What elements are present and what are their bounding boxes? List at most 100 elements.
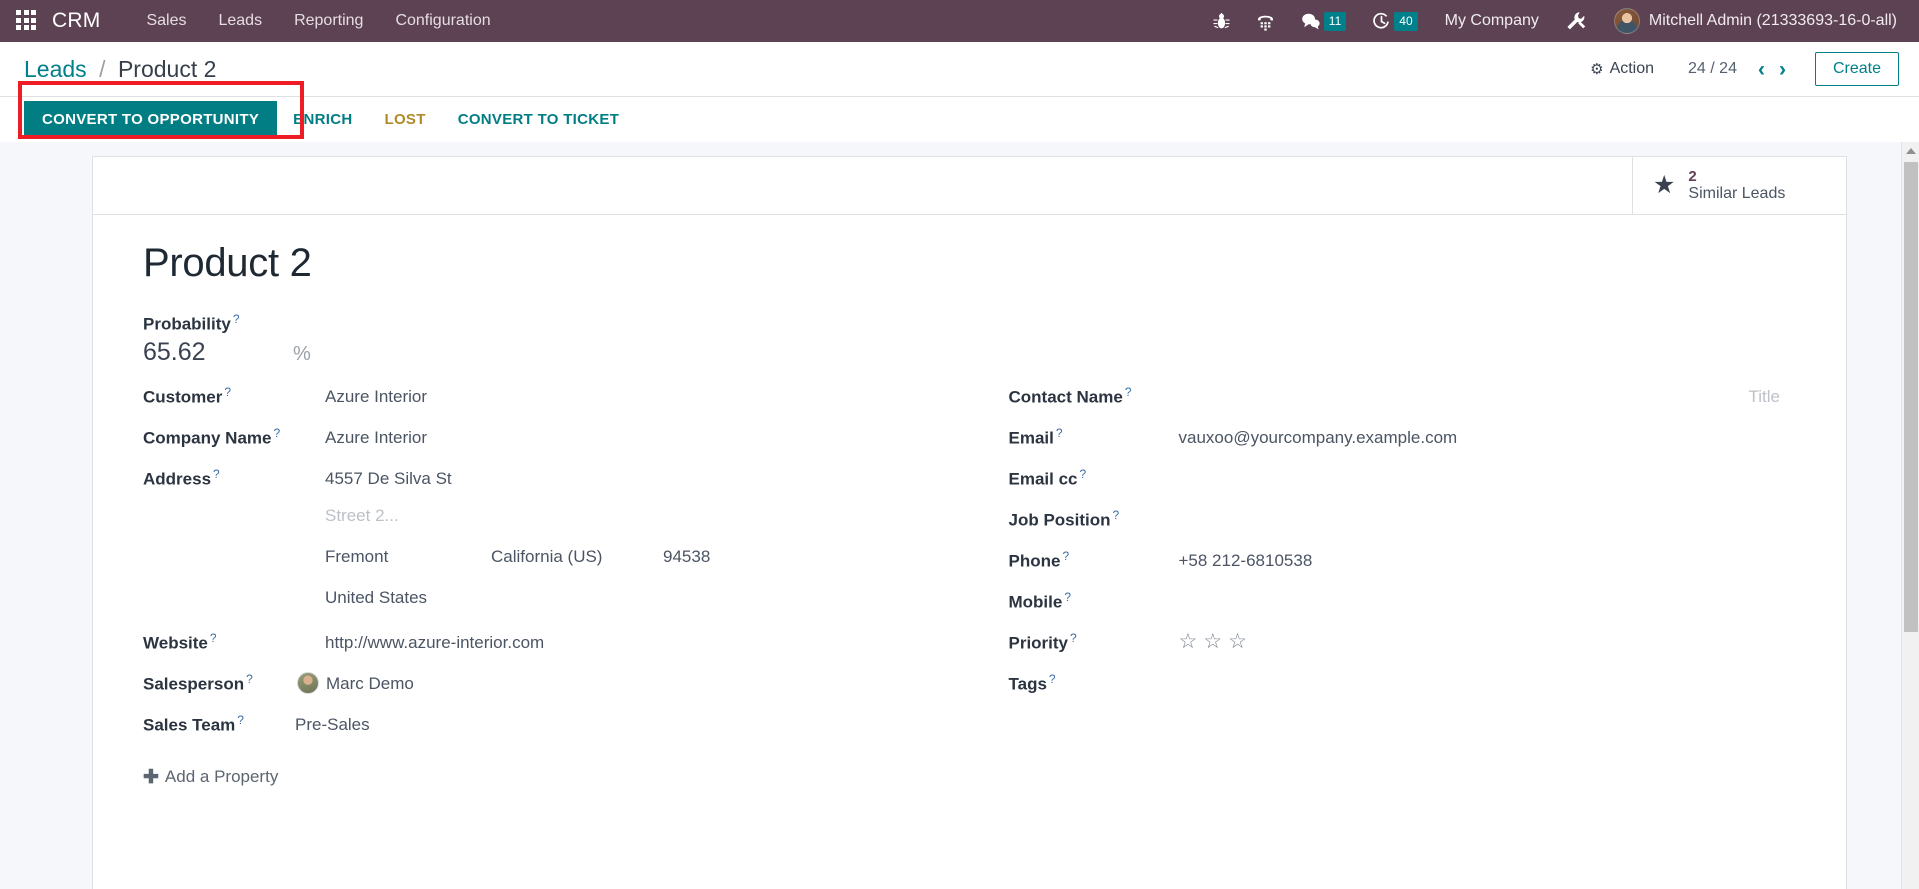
user-menu[interactable]: Mitchell Admin (21333693-16-0-all) [1600, 8, 1907, 34]
vertical-scrollbar[interactable] [1901, 142, 1919, 889]
salesperson-value-text: Marc Demo [326, 674, 414, 694]
help-icon[interactable]: ? [273, 426, 280, 440]
priority-stars: ☆ ☆ ☆ [1149, 631, 1247, 652]
control-panel-top: Leads / Product 2 ⚙ Action 24 / 24 ‹ › C… [0, 42, 1919, 96]
help-icon[interactable]: ? [1056, 426, 1063, 440]
help-icon[interactable]: ? [1080, 467, 1087, 481]
gear-icon: ⚙ [1590, 61, 1604, 78]
menu-leads[interactable]: Leads [202, 0, 278, 42]
address-country-input[interactable]: United States [295, 588, 427, 608]
priority-label-text: Priority [1008, 633, 1069, 653]
salesperson-label: Salesperson? [143, 672, 295, 695]
email-input[interactable]: vauxoo@yourcompany.example.com [1149, 428, 1458, 448]
field-salesperson: Salesperson? Marc Demo [143, 670, 975, 711]
address-city-input[interactable]: Fremont [295, 547, 491, 567]
help-icon[interactable]: ? [210, 631, 217, 645]
address-street-input[interactable]: 4557 De Silva St [295, 469, 452, 489]
help-icon[interactable]: ? [224, 385, 231, 399]
enrich-button[interactable]: ENRICH [277, 101, 368, 138]
action-menu-button[interactable]: ⚙ Action [1582, 56, 1662, 82]
address-country-row: United States [143, 588, 975, 629]
help-icon[interactable]: ? [1070, 631, 1077, 645]
app-brand-crm[interactable]: CRM [52, 9, 100, 33]
convert-to-opportunity-button[interactable]: CONVERT TO OPPORTUNITY [24, 101, 278, 138]
help-icon[interactable]: ? [213, 467, 220, 481]
address-street2-row: Street 2... [143, 506, 975, 547]
similar-leads-count: 2 [1688, 167, 1697, 185]
company-name-input[interactable]: Azure Interior [295, 428, 427, 448]
breadcrumb-leads[interactable]: Leads [24, 56, 87, 82]
field-phone: Phone? +58 212-6810538 [1009, 547, 1807, 588]
convert-to-ticket-button[interactable]: CONVERT TO TICKET [442, 101, 636, 138]
website-label-text: Website [143, 633, 208, 653]
help-icon[interactable]: ? [1049, 672, 1056, 686]
address-label-text: Address [143, 469, 212, 489]
star-outline-icon-3[interactable]: ☆ [1228, 631, 1247, 652]
sales-team-input[interactable]: Pre-Sales [295, 715, 370, 735]
phone-label: Phone? [1009, 549, 1149, 572]
tools-wrench-icon[interactable] [1553, 0, 1600, 42]
priority-label: Priority? [1009, 631, 1149, 654]
sheet-body: Product 2 Probability? 65.62 % Customer?… [93, 215, 1846, 809]
breadcrumb-separator: / [99, 55, 106, 82]
similar-leads-stat-button[interactable]: ★ 2 Similar Leads [1632, 157, 1846, 214]
avatar [297, 672, 319, 695]
menu-configuration[interactable]: Configuration [379, 0, 506, 42]
address-state-input[interactable]: California (US) [491, 547, 663, 567]
phone-input[interactable]: +58 212-6810538 [1149, 551, 1313, 571]
website-input[interactable]: http://www.azure-interior.com [295, 633, 544, 653]
scrollbar-thumb[interactable] [1904, 162, 1918, 632]
chevron-left-icon[interactable]: ‹ [1751, 57, 1772, 82]
field-contact-name: Contact Name? Title [1009, 383, 1807, 424]
field-company-name: Company Name? Azure Interior [143, 424, 975, 465]
help-icon[interactable]: ? [233, 312, 240, 326]
menu-reporting[interactable]: Reporting [278, 0, 379, 42]
probability-label-text: Probability [143, 314, 231, 334]
customer-label: Customer? [143, 385, 295, 408]
field-email: Email? vauxoo@yourcompany.example.com [1009, 424, 1807, 465]
salesperson-input[interactable]: Marc Demo [295, 672, 414, 695]
mobile-label-text: Mobile [1008, 592, 1063, 612]
field-customer: Customer? Azure Interior [143, 383, 975, 424]
help-icon[interactable]: ? [237, 713, 244, 727]
star-outline-icon-2[interactable]: ☆ [1203, 631, 1222, 652]
help-icon[interactable]: ? [246, 672, 253, 686]
scroll-up-arrow-icon[interactable] [1902, 142, 1919, 160]
field-email-cc: Email cc? [1009, 465, 1807, 506]
probability-input[interactable]: 65.62 [143, 338, 293, 367]
job-position-label: Job Position? [1009, 508, 1149, 531]
address-zip-input[interactable]: 94538 [663, 547, 710, 567]
help-icon[interactable]: ? [1064, 590, 1071, 604]
create-button[interactable]: Create [1814, 52, 1899, 86]
apps-grid-icon[interactable] [16, 10, 38, 32]
star-outline-icon-1[interactable]: ☆ [1179, 631, 1198, 652]
help-icon[interactable]: ? [1062, 549, 1069, 563]
tags-label: Tags? [1009, 672, 1149, 695]
field-mobile: Mobile? [1009, 588, 1807, 629]
probability-label: Probability? [143, 312, 1806, 335]
add-a-property-button[interactable]: ✚ Add a Property [143, 766, 975, 789]
record-pager: 24 / 24 [1688, 60, 1737, 77]
contact-name-label: Contact Name? [1009, 385, 1149, 408]
job-position-label-text: Job Position [1008, 510, 1111, 530]
field-job-position: Job Position? [1009, 506, 1807, 547]
help-icon[interactable]: ? [1113, 508, 1120, 522]
activities-clock-icon[interactable]: 40 [1359, 0, 1430, 42]
mobile-label: Mobile? [1009, 590, 1149, 613]
contact-title-input[interactable]: Title [1749, 387, 1807, 407]
help-icon[interactable]: ? [1125, 385, 1132, 399]
form-view-area: ★ 2 Similar Leads Product 2 Probability?… [0, 142, 1919, 889]
status-button-bar: CONVERT TO OPPORTUNITY ENRICH LOST CONVE… [0, 81, 1919, 142]
bug-icon[interactable] [1200, 0, 1243, 42]
messages-icon[interactable]: 11 [1288, 0, 1359, 42]
menu-sales[interactable]: Sales [130, 0, 202, 42]
address-street2-input[interactable]: Street 2... [295, 506, 399, 526]
contact-name-label-text: Contact Name [1008, 387, 1123, 407]
company-switcher[interactable]: My Company [1431, 12, 1553, 30]
chevron-right-icon[interactable]: › [1772, 57, 1793, 82]
dialpad-phone-icon[interactable] [1243, 0, 1288, 42]
sales-team-label: Sales Team? [143, 713, 295, 736]
page-title[interactable]: Product 2 [143, 241, 1806, 286]
lost-button[interactable]: LOST [368, 101, 441, 138]
customer-input[interactable]: Azure Interior [295, 387, 427, 407]
